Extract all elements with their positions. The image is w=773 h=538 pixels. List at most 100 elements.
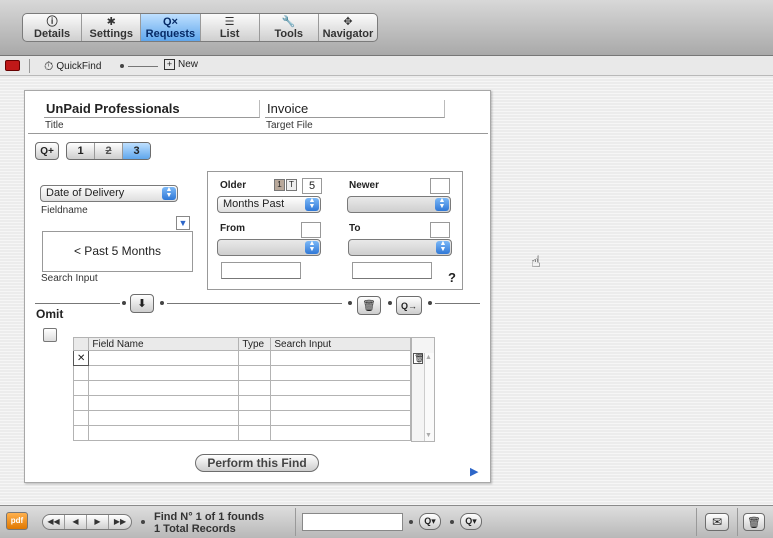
tab-tools[interactable]: 🔧 Tools	[260, 14, 319, 41]
table-row[interactable]	[72, 425, 411, 441]
fieldname-dropdown-button[interactable]: ▼	[176, 216, 190, 230]
stopwatch-icon: ⏱	[44, 59, 54, 73]
to-date-field[interactable]	[352, 262, 432, 279]
table-row[interactable]	[72, 395, 411, 411]
help-icon[interactable]: ?	[448, 270, 456, 285]
table-row[interactable]: ✕	[72, 350, 411, 366]
table-cell[interactable]	[238, 410, 272, 426]
delete-button[interactable]: 🗑	[743, 513, 765, 531]
table-cell[interactable]	[270, 350, 411, 366]
table-row[interactable]	[72, 365, 411, 381]
omit-label: Omit	[36, 307, 64, 321]
table-cell[interactable]	[238, 425, 272, 441]
insert-criterion-button[interactable]: ⬇	[130, 294, 154, 313]
from-popup[interactable]: ▲ ▼	[217, 239, 321, 256]
table-cell[interactable]	[270, 425, 411, 441]
search-input-box[interactable]: < Past 5 Months	[42, 231, 193, 272]
tab-details[interactable]: ⓘ Details	[23, 14, 83, 41]
tab-list[interactable]: ☰ List	[201, 14, 260, 41]
run-query-button[interactable]: Q→	[396, 296, 422, 315]
row-delete-icon[interactable]: ✕	[72, 350, 90, 366]
separator-dot	[409, 520, 413, 524]
tab-requests[interactable]: Q× Requests	[141, 14, 201, 41]
to-value-field[interactable]	[430, 222, 450, 238]
total-records-text: 1 Total Records	[154, 523, 236, 535]
older-mode-number[interactable]: 1	[274, 179, 285, 191]
next-record-icon[interactable]: ▶	[87, 515, 109, 529]
toolbox-icon[interactable]	[5, 60, 20, 71]
table-cell[interactable]	[88, 410, 240, 426]
tab-navigator[interactable]: ✥ Navigator	[319, 14, 377, 41]
status-bar: pdf ◀◀ ◀ ▶ ▶▶ Find N° 1 of 1 founds 1 To…	[0, 505, 773, 538]
first-record-icon[interactable]: ◀◀	[43, 515, 65, 529]
separator-dot	[141, 520, 145, 524]
table-cell[interactable]	[88, 350, 240, 366]
table-cell[interactable]	[88, 425, 240, 441]
add-query-button[interactable]: Q+	[35, 142, 59, 160]
tab-details-label: Details	[34, 27, 71, 40]
table-row[interactable]	[72, 410, 411, 426]
scroll-down-icon[interactable]: ▼	[425, 432, 432, 439]
table-row[interactable]	[72, 380, 411, 396]
from-date-field[interactable]	[221, 262, 301, 279]
table-cell[interactable]	[270, 395, 411, 411]
table-cell[interactable]	[270, 365, 411, 381]
query-icon: Q×	[162, 15, 178, 28]
older-value-field[interactable]: 5	[302, 178, 322, 194]
table-cell[interactable]	[270, 380, 411, 396]
quick-search-button[interactable]: Q▾	[419, 513, 441, 530]
separator-dot	[428, 301, 432, 305]
new-document-icon: +	[164, 59, 175, 70]
tab-settings-label: Settings	[89, 27, 133, 40]
tab-list-label: List	[219, 27, 240, 40]
mail-button[interactable]: ✉	[705, 513, 729, 531]
table-cell[interactable]	[238, 380, 272, 396]
delete-criterion-button[interactable]: 🗑	[357, 296, 381, 315]
title-field[interactable]: UnPaid Professionals	[44, 100, 260, 118]
next-arrow-icon[interactable]: ▶	[470, 465, 478, 478]
older-mode-text[interactable]: T	[286, 179, 297, 191]
column-header-field-name[interactable]: Field Name	[88, 337, 240, 351]
last-record-icon[interactable]: ▶▶	[109, 515, 131, 529]
table-cell	[72, 395, 90, 411]
table-scrollbar[interactable]	[424, 353, 434, 441]
divider	[737, 508, 738, 536]
table-cell[interactable]	[270, 410, 411, 426]
omit-checkbox[interactable]	[43, 328, 57, 342]
older-unit-popup[interactable]: Months Past ▲ ▼	[217, 196, 321, 213]
step-3[interactable]: 3	[123, 143, 150, 159]
column-header-type[interactable]: Type	[238, 337, 272, 351]
search-options-button[interactable]: Q▾	[460, 513, 482, 530]
new-request-button[interactable]: + New	[164, 59, 198, 70]
table-cell[interactable]	[88, 380, 240, 396]
perform-find-button[interactable]: Perform this Find	[195, 454, 319, 472]
table-cell[interactable]	[238, 395, 272, 411]
envelope-icon: ✉	[711, 515, 723, 529]
search-menu-icon: Q▾	[424, 516, 436, 526]
from-value-field[interactable]	[301, 222, 321, 238]
newer-value-field[interactable]	[430, 178, 450, 194]
column-header-search-input[interactable]: Search Input	[270, 337, 411, 351]
quick-search-input[interactable]	[302, 513, 403, 531]
to-popup[interactable]: ▲ ▼	[348, 239, 452, 256]
target-file-field[interactable]: Invoice	[265, 100, 445, 118]
table-cell[interactable]	[238, 365, 272, 381]
tab-settings[interactable]: ✱ Settings	[82, 14, 142, 41]
scroll-up-icon[interactable]: ▲	[425, 354, 432, 361]
table-cell[interactable]	[238, 350, 272, 366]
row-trash-icon[interactable]: 🗑	[413, 353, 424, 364]
newer-unit-popup[interactable]: ▲ ▼	[347, 196, 451, 213]
quickfind-button[interactable]: ⏱ QuickFind	[44, 59, 101, 74]
table-cell[interactable]	[88, 365, 240, 381]
fieldname-popup[interactable]: Date of Delivery ▲ ▼	[40, 185, 178, 202]
popup-arrows-icon: ▲ ▼	[435, 197, 449, 211]
step-1[interactable]: 1	[67, 143, 95, 159]
previous-record-icon[interactable]: ◀	[65, 515, 87, 529]
query-arrow-icon: Q→	[400, 300, 417, 311]
table-cell[interactable]	[88, 395, 240, 411]
list-icon: ☰	[224, 15, 235, 28]
from-label: From	[220, 223, 245, 234]
step-2[interactable]: 2	[95, 143, 123, 159]
pdf-export-button[interactable]: pdf	[6, 512, 28, 530]
step-selector: 1 2 3	[66, 142, 151, 160]
